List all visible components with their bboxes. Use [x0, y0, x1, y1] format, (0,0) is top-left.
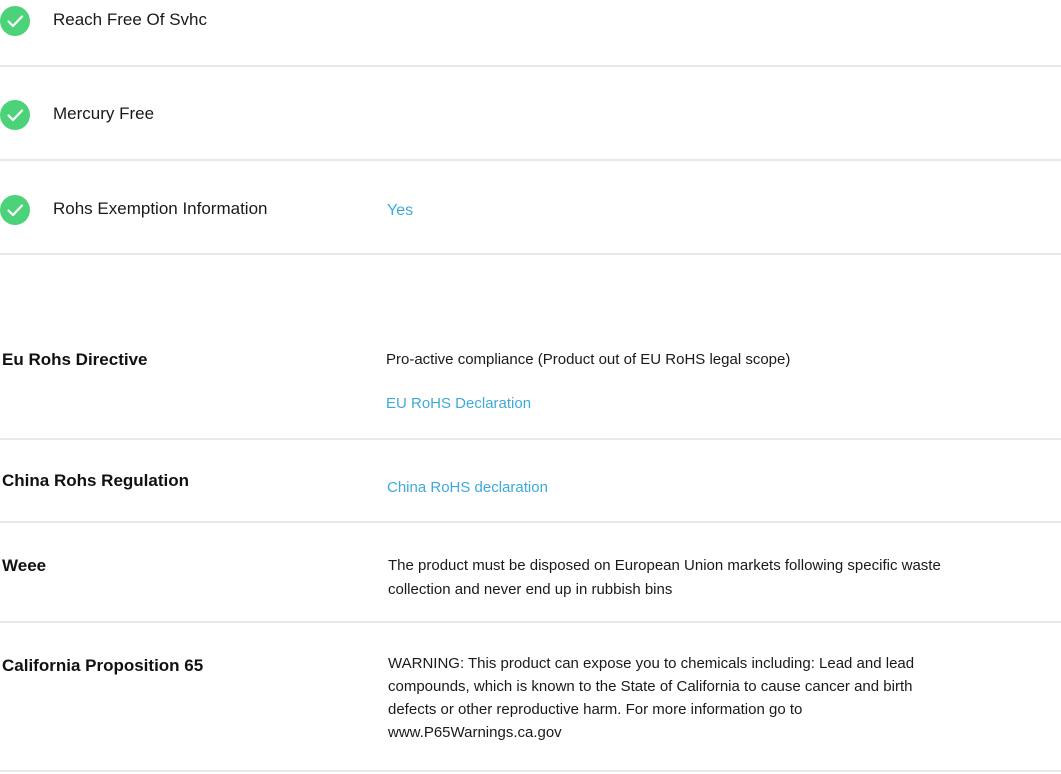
- check-circle-icon: [0, 195, 30, 225]
- spec-text-eu-rohs: Pro-active compliance (Product out of EU…: [386, 351, 791, 368]
- divider: [0, 65, 1061, 67]
- china-rohs-declaration-link[interactable]: China RoHS declaration: [387, 478, 548, 498]
- feature-row-rohs-exemption: Rohs Exemption Information Yes: [0, 195, 1061, 239]
- feature-value: Yes: [387, 202, 414, 219]
- feature-label: Reach Free Of Svhc: [53, 10, 208, 29]
- spec-text-line: compounds, which is known to the State o…: [388, 678, 913, 695]
- feature-label: Mercury Free: [53, 104, 155, 123]
- feature-row-mercury: Mercury Free: [0, 100, 1061, 144]
- feature-label: Rohs Exemption Information: [53, 199, 268, 218]
- spec-text-line: WARNING: This product can expose you to …: [388, 655, 915, 672]
- spec-title-china-rohs: China Rohs Regulation: [2, 471, 189, 490]
- divider: [0, 770, 1061, 772]
- feature-row-reach: Reach Free Of Svhc: [0, 6, 1061, 50]
- spec-title-prop65: California Proposition 65: [2, 656, 204, 675]
- check-circle-icon: [0, 100, 30, 130]
- divider: [0, 521, 1061, 523]
- spec-text-line: www.P65Warnings.ca.gov: [388, 724, 562, 741]
- eu-rohs-declaration-link[interactable]: EU RoHS Declaration: [386, 394, 531, 414]
- spec-text-line: collection and never end up in rubbish b…: [388, 581, 673, 598]
- divider: [0, 438, 1061, 440]
- spec-text-line: defects or other reproductive harm. For …: [388, 701, 803, 718]
- divider: [0, 159, 1061, 161]
- spec-title-weee: Weee: [2, 556, 47, 575]
- check-circle-icon: [0, 6, 30, 36]
- divider: [0, 253, 1061, 255]
- spec-text-line: The product must be disposed on European…: [388, 557, 941, 574]
- spec-title-eu-rohs: Eu Rohs Directive: [2, 350, 148, 369]
- divider: [0, 621, 1061, 623]
